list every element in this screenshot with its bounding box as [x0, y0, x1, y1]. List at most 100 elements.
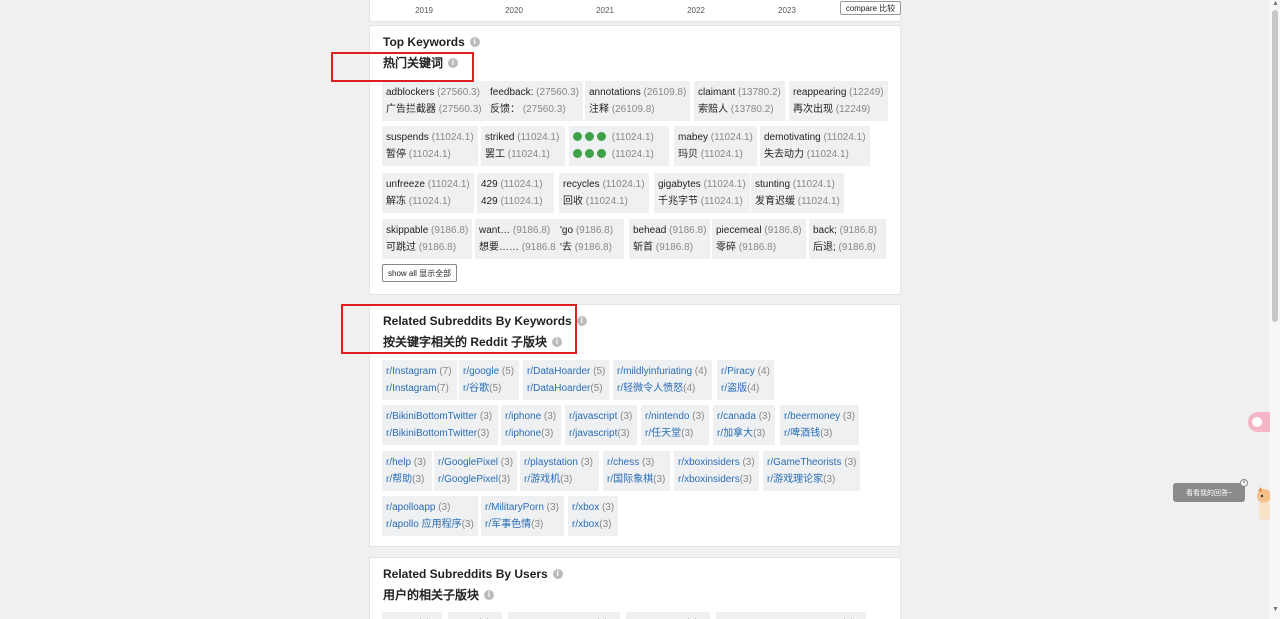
- keyword-chip[interactable]: suspends (11024.1) 暂停 (11024.1): [382, 126, 478, 166]
- subreddit-chip[interactable]: r/nintendo (3) r/任天堂(3): [641, 405, 709, 445]
- subreddit-chip[interactable]: r/beermoney (3) r/啤酒钱(3): [780, 405, 860, 445]
- keyword-chip[interactable]: reappearing (12249) 再次出现 (12249): [789, 81, 888, 121]
- subreddit-chip[interactable]: r/help (3) r/帮助(3): [382, 451, 432, 491]
- keyword-chip[interactable]: 429 (11024.1) 429 (11024.1): [477, 173, 554, 213]
- chart-strip: 2019 2020 2021 2022 2023: [369, 0, 901, 22]
- keyword-chip[interactable]: claimant (13780.2) 索赔人 (13780.2): [694, 81, 785, 121]
- subreddit-chip[interactable]: r/google (5) r/谷歌 (5): [459, 360, 519, 400]
- chip-keyword: demotivating: [764, 132, 821, 143]
- keyword-chip[interactable]: want… (9186.8) 想要…… (9186.8): [475, 219, 564, 259]
- info-icon[interactable]: i: [448, 57, 459, 68]
- subreddit-chip[interactable]: (4): [766, 612, 866, 619]
- chip-keyword-zh: 罢工: [485, 149, 505, 160]
- chip-count: (11024.1): [583, 196, 628, 207]
- subreddit-chip[interactable]: r/DataHoarder (5) r/DataHoarder(5): [523, 360, 610, 400]
- section-title-en: Top Keywords i: [383, 35, 480, 49]
- subreddit-chip[interactable]: r/iphone (3) r/iphone(3): [501, 405, 561, 445]
- chip-line-en: r/GameTheorists (3): [767, 454, 856, 471]
- chip-line-zh: 后退; (9186.8): [813, 239, 882, 256]
- subreddit-chip[interactable]: r/Instagram (7) r/Instagram(7): [382, 360, 457, 400]
- subreddit-chip[interactable]: r/GameTheorists (3) r/游戏理论家(3): [763, 451, 861, 491]
- chip-keyword: r/Piracy: [721, 366, 755, 377]
- chip-line-en: suspends (11024.1): [386, 129, 474, 146]
- keyword-chip[interactable]: behead (9186.8) 斩首 (9186.8): [629, 219, 711, 259]
- close-icon[interactable]: ×: [1240, 479, 1248, 487]
- emoji-face-icon: [585, 149, 594, 158]
- subreddit-chip[interactable]: r/playstation (3) r/游戏机(3): [520, 451, 599, 491]
- subreddit-chip[interactable]: r/GooglePixel (3) r/GooglePixel(3): [434, 451, 518, 491]
- subreddit-chip[interactable]: r/apolloapp (3) r/apollo 应用程序(3): [382, 496, 478, 536]
- chip-count: (3): [617, 411, 633, 422]
- subreddit-chip[interactable]: r/xboxinsiders (3) r/xboxinsiders(3): [674, 451, 759, 491]
- keyword-chip[interactable]: annotations (26109.8) 注释 (26109.8): [585, 81, 691, 121]
- subreddit-chip[interactable]: (4): [626, 612, 710, 619]
- chip-count: (26109.8): [609, 104, 655, 115]
- keyword-chip[interactable]: stunting (11024.1) 发育迟缓 (11024.1): [751, 173, 844, 213]
- subreddit-chip[interactable]: r/BikiniBottomTwitter (3) r/BikiniBottomT…: [382, 405, 498, 445]
- chip-keyword-zh: r/DataHoarder: [527, 383, 591, 394]
- chip-keyword-zh: r/游戏理论家: [767, 474, 824, 485]
- chip-line-en: r/BikiniBottomTwitter (3): [386, 408, 494, 425]
- chip-line-en: unfreeze (11024.1): [386, 176, 470, 193]
- keyword-chip[interactable]: skippable (9186.8) 可跳过 (9186.8): [382, 219, 473, 259]
- subreddit-chip[interactable]: r/xbox (3) r/xbox(3): [568, 496, 619, 536]
- show-all-button[interactable]: show all 显示全部: [382, 264, 458, 282]
- chip-keyword-zh: r/iphone: [505, 428, 542, 439]
- compare-button[interactable]: compare 比较: [840, 1, 901, 15]
- subreddit-chip[interactable]: r/MilitaryPorn (3) r/军事色情(3): [481, 496, 564, 536]
- subreddit-chip[interactable]: (5): [448, 612, 502, 619]
- chip-keyword: skippable: [386, 225, 429, 236]
- chip-count: (3): [599, 519, 612, 530]
- subreddit-chip[interactable]: r/mildlyinfuriating (4) r/轻微令人愤怒(4): [613, 360, 712, 400]
- chip-count: (5): [499, 366, 515, 377]
- info-icon[interactable]: i: [552, 336, 562, 347]
- keyword-chip[interactable]: gigabytes (11024.1) 千兆字节 (11024.1): [654, 173, 750, 213]
- subreddit-chip[interactable]: r/canada (3) r/加拿大(3): [713, 405, 775, 445]
- keyword-chip[interactable]: piecemeal (9186.8) 零碎 (9186.8): [712, 219, 806, 259]
- info-icon[interactable]: i: [576, 316, 587, 326]
- chip-count: (26109.8): [640, 87, 687, 98]
- chip-line-en: r/Instagram (7): [386, 363, 453, 380]
- chip-line-zh: 斩首 (9186.8): [633, 239, 706, 256]
- floating-helper-button[interactable]: [1248, 412, 1270, 432]
- chip-line-zh: 再次出现 (12249): [793, 101, 884, 118]
- keyword-chip[interactable]: mabey (11024.1) 玛贝 (11024.1): [674, 126, 757, 166]
- subreddit-chip[interactable]: r/Piracy (4) r/盗版(4): [717, 360, 774, 400]
- scrollbar[interactable]: ▲ ▼: [1270, 0, 1280, 619]
- keyword-chip[interactable]: 'go (9186.8) '去 (9186.8): [556, 219, 624, 259]
- keyword-chip[interactable]: recycles (11024.1) 回收 (11024.1): [559, 173, 649, 213]
- info-icon[interactable]: i: [484, 589, 495, 600]
- chip-keyword: r/beermoney: [784, 411, 841, 422]
- scroll-up-icon[interactable]: ▲: [1272, 0, 1279, 7]
- subreddit-chip[interactable]: r/javascript (3) r/javascript(3): [565, 405, 637, 445]
- keyword-chip[interactable]: (11024.1) (11024.1): [569, 126, 669, 166]
- keyword-chip[interactable]: adblockers (27560.3) 广告拦截器 (27560.3): [382, 81, 486, 121]
- chip-count: (9186.8): [761, 225, 802, 236]
- chip-keyword-zh: r/谷歌: [463, 383, 490, 394]
- floating-chat-bubble[interactable]: 看看我的回答~ ×: [1173, 479, 1248, 502]
- keyword-chip[interactable]: demotivating (11024.1) 失去动力 (11024.1): [760, 126, 870, 166]
- chip-keyword: r/iphone: [505, 411, 542, 422]
- subreddit-chip[interactable]: (6): [382, 612, 442, 619]
- keyword-chip[interactable]: unfreeze (11024.1) 解冻 (11024.1): [382, 173, 474, 213]
- keyword-chip[interactable]: striked (11024.1) 罢工 (11024.1): [481, 126, 565, 166]
- subreddit-chip[interactable]: r/chess (3) r/国际象棋(3): [603, 451, 670, 491]
- chip-line-en: stunting (11024.1): [755, 176, 840, 193]
- chip-line-en: r/google (5): [463, 363, 515, 380]
- keyword-chip[interactable]: back; (9186.8) 后退; (9186.8): [809, 219, 886, 259]
- chip-count: (11024.1): [424, 179, 470, 190]
- chip-keyword: r/DataHoarder: [527, 366, 591, 377]
- chip-keyword: feedback:: [490, 87, 534, 98]
- info-icon[interactable]: i: [469, 37, 480, 47]
- keyword-chip[interactable]: feedback: (27560.3) 反馈： (27560.3): [486, 81, 583, 121]
- chip-count: (3): [477, 411, 493, 422]
- chip-keyword: behead: [633, 225, 667, 236]
- info-icon[interactable]: i: [552, 569, 563, 579]
- mascot-icon[interactable]: [1254, 486, 1270, 526]
- scrollbar-thumb[interactable]: [1272, 10, 1278, 322]
- subreddit-chip[interactable]: (4): [508, 612, 620, 619]
- related-by-keywords-card: Related Subreddits By Keywords i 按关键字相关的…: [369, 304, 901, 547]
- chip-keyword-zh: 失去动力: [764, 149, 804, 160]
- scroll-down-icon[interactable]: ▼: [1272, 606, 1279, 613]
- chip-keyword-zh: r/apollo 应用程序: [386, 519, 462, 530]
